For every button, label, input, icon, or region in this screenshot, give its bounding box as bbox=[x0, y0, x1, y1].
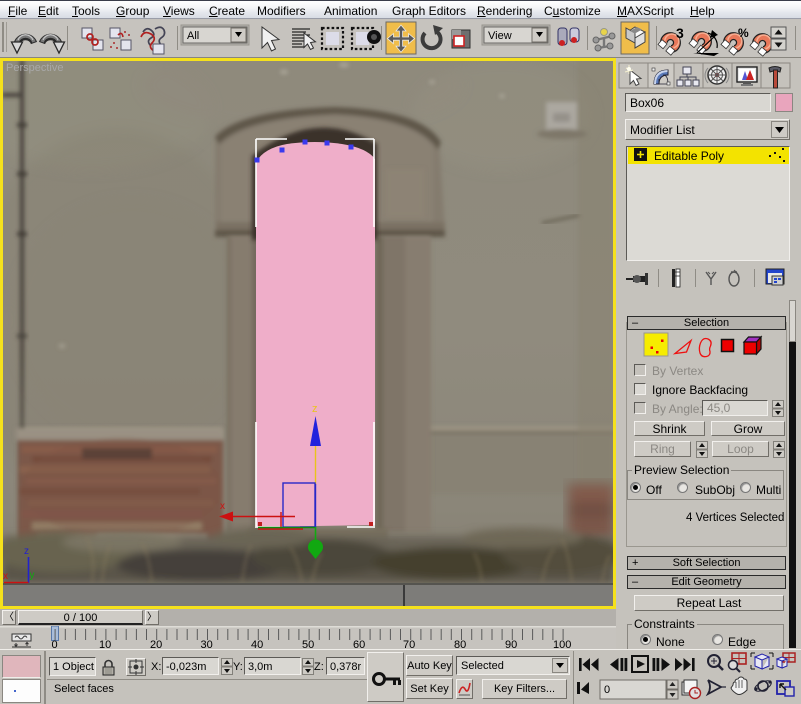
svg-text:%: % bbox=[738, 26, 749, 40]
svg-text:0: 0 bbox=[604, 684, 610, 696]
svg-text:All: All bbox=[187, 30, 199, 42]
svg-text:3: 3 bbox=[676, 25, 684, 41]
svg-text:x: x bbox=[220, 501, 225, 512]
svg-text:y: y bbox=[30, 570, 35, 581]
svg-text:z: z bbox=[24, 546, 29, 557]
svg-text:x: x bbox=[3, 571, 8, 582]
svg-text:View: View bbox=[488, 30, 512, 42]
svg-text:z: z bbox=[312, 403, 318, 415]
